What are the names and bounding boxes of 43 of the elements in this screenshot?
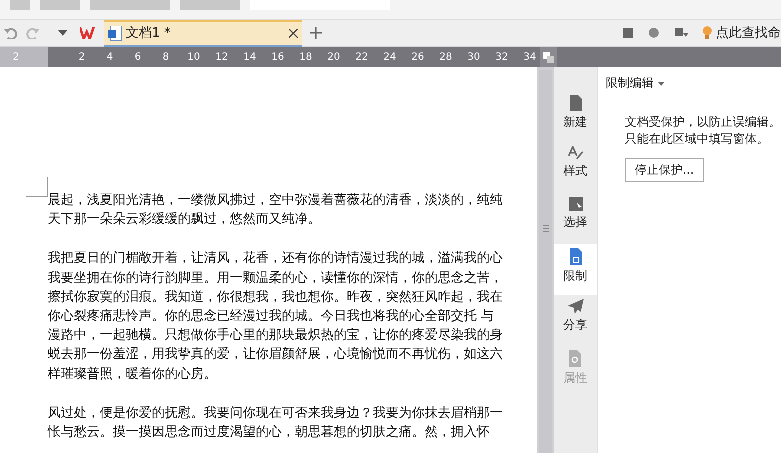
document-text-line: 漫路中，一起驰横。只想做你手心里的那块最炽热的宝，让你的疼爱尽染我的身	[48, 327, 504, 346]
undo-icon[interactable]	[4, 27, 18, 39]
document-text-line: 天下那一朵朵云彩缓缓的飘过，悠然而又纯净。	[48, 211, 322, 230]
document-text-line: 你心裂疼痛悲怜声。你的思念已经漫过我的城。今日我也将我的心全部交托 与	[48, 308, 496, 326]
ruler-number: 2	[13, 52, 20, 62]
side-tab[interactable]: 选择	[554, 193, 597, 244]
protection-message: 文档受保护，以防止误编辑。 只能在此区域中填写窗体。	[625, 114, 781, 148]
panel-title-dropdown[interactable]: 限制编辑	[606, 75, 781, 92]
ruler-toggle-icon[interactable]	[540, 47, 557, 67]
document-tab[interactable]: 文档1 *	[104, 20, 302, 46]
close-icon[interactable]	[289, 28, 298, 38]
side-tab[interactable]: 新建	[554, 91, 597, 142]
caret-icon	[658, 82, 665, 86]
document-text-line: 样璀璨普照，暖着你的心房。	[48, 366, 218, 384]
add-tab-icon[interactable]	[310, 27, 322, 39]
stop-protection-button[interactable]: 停止保护...	[625, 158, 704, 182]
grip-icon[interactable]	[542, 225, 549, 233]
redo-icon[interactable]	[26, 27, 40, 39]
select-icon	[568, 197, 582, 211]
command-search-link[interactable]: 点此查找命	[716, 24, 781, 42]
document-icon	[570, 95, 582, 111]
document-text-line: 晨起，浅夏阳光清艳，一缕微风拂过，空中弥漫着蔷薇花的清香，淡淡的，纯纯	[48, 192, 504, 210]
paper-plane-icon	[568, 299, 584, 314]
lightbulb-icon[interactable]	[703, 26, 712, 40]
document-text-line: 蜕去那一份羞涩，用我挚真的爱，让你眉颜舒展，心境愉悦而不再忧伤，如这六	[48, 346, 504, 364]
document-text-line: 风过处，便是你爱的抚慰。我要问你现在可否来我身边？我要为你抹去眉梢那一	[48, 404, 504, 423]
logo-icon[interactable]	[80, 27, 98, 39]
tab-title: 文档1 *	[126, 25, 172, 42]
ruler: 2 4 6 8 10 12 14 16 18 20 22 24 26 28 30 32 34	[78, 50, 538, 64]
side-tab[interactable]: 限制	[554, 244, 597, 295]
document-text-line: 怅与愁云。摸一摸因思念而过度渴望的心，朝思暮想的切肤之痛。然，拥入怀	[48, 424, 491, 442]
margin-corner-mark	[26, 177, 48, 197]
side-tab[interactable]: 样式	[554, 142, 597, 193]
locked-document-icon	[570, 248, 582, 265]
text-style-icon	[568, 146, 584, 160]
side-tab[interactable]: 分享	[554, 295, 597, 346]
vertical-scrollbar[interactable]	[537, 67, 554, 453]
document-text-line: 我要坐拥在你的诗行韵脚里。用一颗温柔的心，读懂你的深情，你的思念之苦，	[48, 270, 504, 288]
document-text-line: 擦拭你寂寞的泪痕。我知道，你很想我，我也想你。昨夜，突然狂风咋起，我在	[48, 288, 504, 307]
word-document-icon	[108, 26, 122, 40]
document-text-line: 我把夏日的门楣敞开着，让清风，花香，还有你的诗情漫过我的城，溢满我的心	[48, 250, 504, 268]
caret-icon[interactable]	[58, 30, 68, 36]
document-search-icon	[569, 350, 582, 367]
